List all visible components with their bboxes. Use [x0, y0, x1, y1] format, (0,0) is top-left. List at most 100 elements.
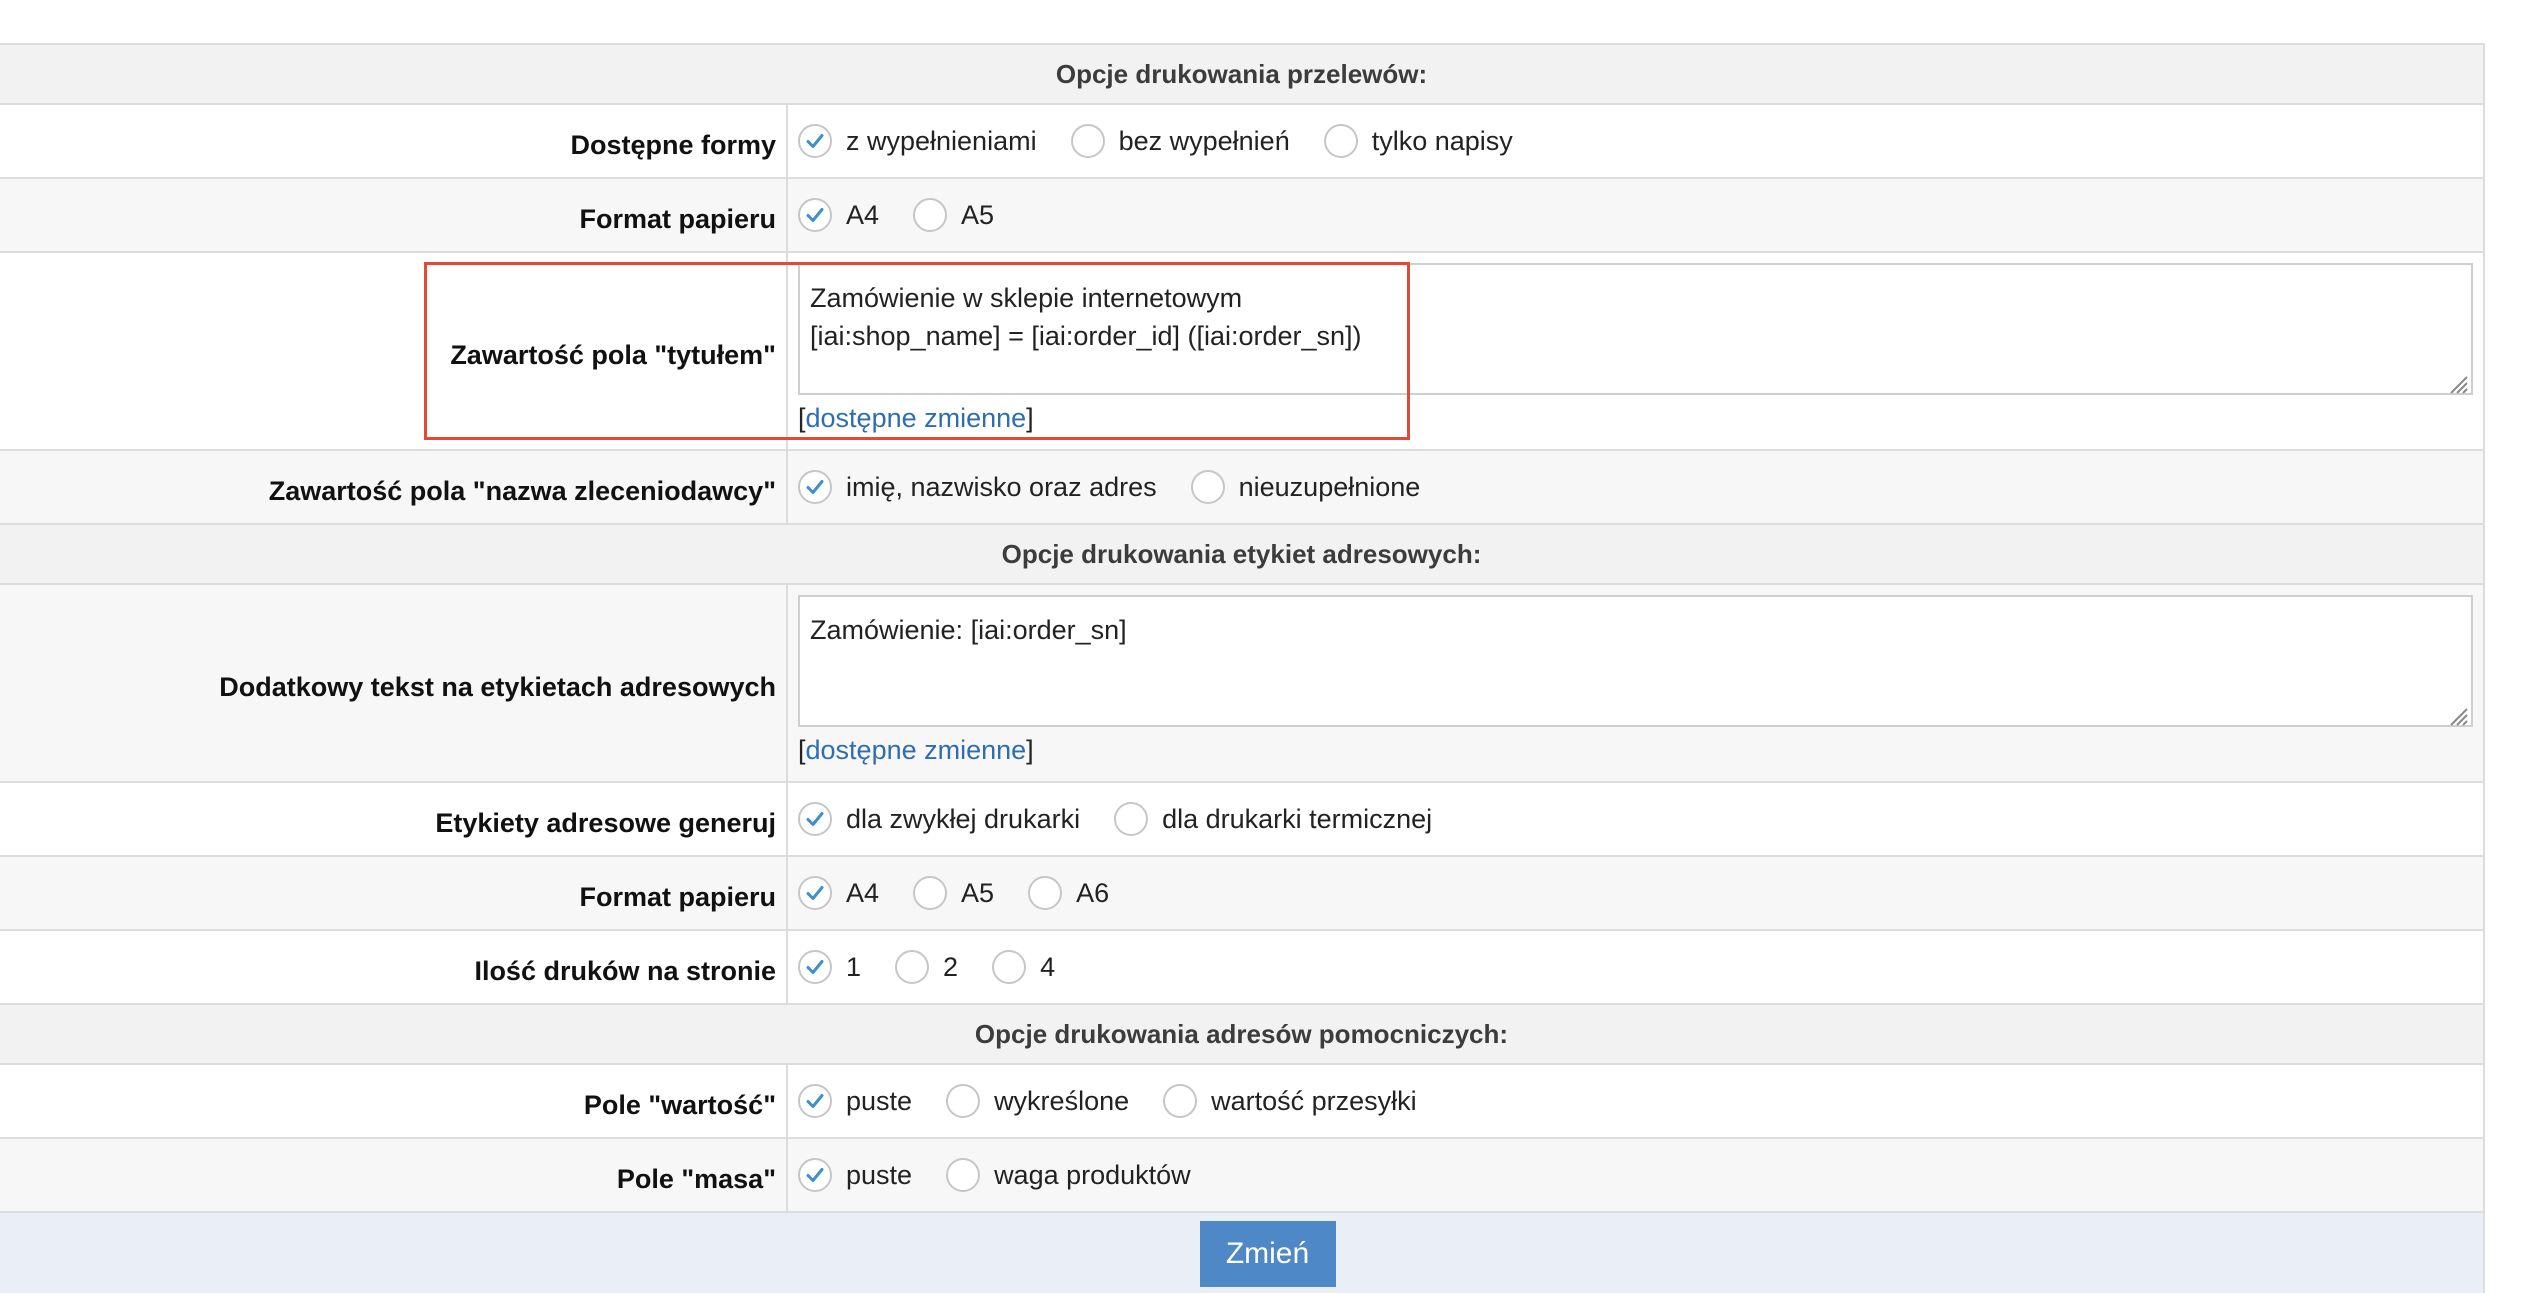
radio-circle-icon	[1163, 1084, 1198, 1118]
radio-option[interactable]: A6	[1028, 876, 1109, 910]
radio-group-available-forms: z wypełnieniami bez wypełnień tylko napi…	[788, 105, 2483, 177]
radio-option-label: 2	[943, 951, 959, 982]
radio-option[interactable]: puste	[798, 1084, 912, 1118]
row-label-paper-format: Format papieru A4 A5 A6	[0, 857, 2483, 931]
radio-option[interactable]: 1	[798, 950, 861, 984]
row-label: Etykiety adresowe generuj	[0, 783, 788, 855]
radio-check-icon	[798, 1084, 832, 1118]
radio-group-label-paper-format: A4 A5 A6	[788, 857, 2483, 929]
radio-check-icon	[798, 124, 832, 158]
radio-option[interactable]: nieuzupełnione	[1190, 470, 1421, 504]
radio-option[interactable]: A5	[913, 876, 994, 910]
radio-option[interactable]: wartość przesyłki	[1163, 1084, 1417, 1118]
radio-option[interactable]: A4	[798, 876, 879, 910]
radio-option[interactable]: wykreślone	[946, 1084, 1129, 1118]
radio-check-icon	[798, 802, 832, 836]
radio-group-labels-generate: dla zwykłej drukarki dla drukarki termic…	[788, 783, 2483, 855]
row-available-forms: Dostępne formy z wypełnieniami bez wypeł…	[0, 105, 2483, 179]
radio-option[interactable]: dla zwykłej drukarki	[798, 802, 1080, 836]
radio-option[interactable]: puste	[798, 1158, 912, 1192]
radio-option-label: z wypełnieniami	[846, 125, 1037, 156]
row-labels-generate: Etykiety adresowe generuj dla zwykłej dr…	[0, 783, 2483, 857]
row-label-extra-text: Dodatkowy tekst na etykietach adresowych…	[0, 585, 2483, 783]
row-label: Format papieru	[0, 857, 788, 929]
radio-group-mass-field: puste waga produktów	[788, 1139, 2483, 1211]
radio-option[interactable]: z wypełnieniami	[798, 124, 1037, 158]
radio-option-label: puste	[846, 1085, 913, 1116]
radio-option-label: wartość przesyłki	[1211, 1085, 1417, 1116]
row-label: Dostępne formy	[0, 105, 788, 177]
radio-circle-icon	[913, 198, 948, 232]
radio-option[interactable]: tylko napisy	[1323, 124, 1513, 158]
radio-option[interactable]: waga produktów	[946, 1158, 1191, 1192]
available-variables-link[interactable]: dostępne zmienne	[806, 735, 1027, 765]
row-label: Pole "wartość"	[0, 1065, 788, 1137]
radio-option-label: imię, nazwisko oraz adres	[846, 471, 1157, 502]
section-header-address-labels: Opcje drukowania etykiet adresowych:	[0, 525, 2483, 585]
label-extra-text-container: Zamówienie: [iai:order_sn] [dostępne zmi…	[788, 585, 2483, 781]
radio-circle-icon	[913, 876, 948, 910]
radio-circle-icon	[895, 950, 930, 984]
radio-check-icon	[798, 470, 832, 504]
resize-handle-icon[interactable]	[2445, 699, 2469, 726]
radio-option-label: A5	[961, 877, 995, 908]
radio-check-icon	[798, 876, 832, 910]
row-label: Zawartość pola "nazwa zleceniodawcy"	[0, 451, 788, 523]
row-label: Ilość druków na stronie	[0, 931, 788, 1003]
title-field-container: Zamówienie w sklepie internetowym [iai:s…	[788, 253, 2483, 449]
row-label: Zawartość pola "tytułem"	[0, 253, 788, 449]
radio-circle-icon	[1190, 470, 1225, 504]
form-footer: Zmień	[0, 1213, 2483, 1293]
radio-circle-icon	[1070, 124, 1105, 158]
radio-option-label: wykreślone	[994, 1085, 1130, 1116]
radio-option[interactable]: A4	[798, 198, 879, 232]
row-payer-name: Zawartość pola "nazwa zleceniodawcy" imi…	[0, 451, 2483, 525]
radio-option-label: tylko napisy	[1371, 125, 1513, 156]
radio-option-label: bez wypełnień	[1118, 125, 1290, 156]
radio-check-icon	[798, 1158, 832, 1192]
row-transfer-paper-format: Format papieru A4 A5	[0, 179, 2483, 253]
row-prints-per-page: Ilość druków na stronie 1 2 4	[0, 931, 2483, 1005]
resize-handle-icon[interactable]	[2445, 367, 2469, 394]
radio-option[interactable]: 2	[895, 950, 958, 984]
radio-option[interactable]: imię, nazwisko oraz adres	[798, 470, 1157, 504]
radio-option[interactable]: A5	[913, 198, 994, 232]
radio-option-label: A5	[961, 199, 995, 230]
radio-option-label: A4	[846, 877, 880, 908]
radio-circle-icon	[992, 950, 1027, 984]
row-value-field: Pole "wartość" puste wykreślone wartość …	[0, 1065, 2483, 1139]
section-header-helper-addresses: Opcje drukowania adresów pomocniczych:	[0, 1005, 2483, 1065]
radio-option-label: nieuzupełnione	[1238, 471, 1421, 502]
row-label: Format papieru	[0, 179, 788, 251]
row-mass-field: Pole "masa" puste waga produktów	[0, 1139, 2483, 1213]
print-options-form: Opcje drukowania przelewów: Dostępne for…	[0, 43, 2485, 1293]
submit-button[interactable]: Zmień	[1199, 1221, 1336, 1287]
radio-option[interactable]: bez wypełnień	[1070, 124, 1290, 158]
available-variables-line: [dostępne zmienne]	[798, 735, 1034, 765]
label-extra-text-textarea[interactable]: Zamówienie: [iai:order_sn]	[798, 595, 2473, 727]
row-title-field: Zawartość pola "tytułem" Zamówienie w sk…	[0, 253, 2483, 451]
radio-circle-icon	[1323, 124, 1358, 158]
radio-option-label: puste	[846, 1159, 913, 1190]
radio-option-label: waga produktów	[994, 1159, 1191, 1190]
radio-circle-icon	[1114, 802, 1149, 836]
radio-check-icon	[798, 198, 832, 232]
row-label: Pole "masa"	[0, 1139, 788, 1211]
radio-group-value-field: puste wykreślone wartość przesyłki	[788, 1065, 2483, 1137]
radio-group-transfer-paper-format: A4 A5	[788, 179, 2483, 251]
radio-option[interactable]: dla drukarki termicznej	[1114, 802, 1432, 836]
title-textarea[interactable]: Zamówienie w sklepie internetowym [iai:s…	[798, 263, 2473, 395]
row-label: Dodatkowy tekst na etykietach adresowych	[0, 585, 788, 781]
section-header-transfers: Opcje drukowania przelewów:	[0, 45, 2483, 105]
radio-option-label: A6	[1076, 877, 1110, 908]
radio-check-icon	[798, 950, 832, 984]
radio-option-label: 1	[846, 951, 862, 982]
radio-option-label: A4	[846, 199, 880, 230]
radio-circle-icon	[946, 1158, 981, 1192]
radio-option-label: dla drukarki termicznej	[1162, 803, 1433, 834]
radio-option-label: dla zwykłej drukarki	[846, 803, 1081, 834]
radio-option-label: 4	[1040, 951, 1056, 982]
available-variables-link[interactable]: dostępne zmienne	[806, 403, 1027, 433]
radio-circle-icon	[1028, 876, 1063, 910]
radio-option[interactable]: 4	[992, 950, 1055, 984]
